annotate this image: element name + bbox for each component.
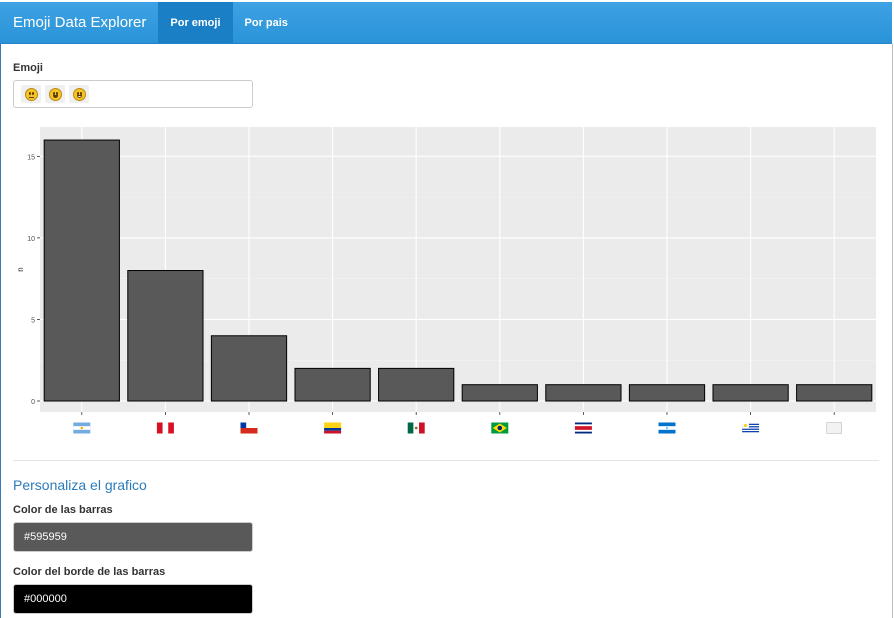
navbar: Emoji Data Explorer Por emoji Por pais [0, 2, 892, 44]
flag-colombia-icon [324, 422, 342, 434]
bar-flag-peru [127, 270, 204, 402]
grinning-squinting-face-icon [72, 87, 86, 101]
tab-por-emoji[interactable]: Por emoji [158, 2, 233, 43]
emoji-item-slightly-smiling[interactable] [21, 85, 41, 103]
page-left-border [0, 44, 1, 618]
flag-mexico-icon [407, 422, 425, 434]
bar-white-flag [796, 384, 873, 402]
flag-argentina-icon [73, 422, 91, 434]
y-tick-label: 5 [31, 317, 35, 324]
bar-flag-chile [210, 335, 288, 402]
bar-flag-uruguay [712, 384, 789, 402]
slightly-smiling-face-icon [24, 87, 38, 101]
tab-por-pais[interactable]: Por pais [233, 2, 300, 43]
border-color-input[interactable]: #000000 [13, 584, 253, 614]
flag-honduras-icon [658, 422, 676, 434]
emoji-item-grinning-squinting[interactable] [69, 85, 89, 103]
bar-color-input[interactable]: #595959 [13, 522, 253, 552]
y-tick-label: 10 [27, 236, 35, 243]
bar-color-label: Color de las barras [13, 504, 113, 516]
emoji-selectize-input[interactable] [13, 80, 253, 108]
y-tick-label: 0 [31, 399, 35, 406]
section-divider [13, 460, 879, 461]
white-flag-icon [826, 422, 843, 434]
bar-flag-argentina [43, 139, 120, 402]
page-right-border [892, 44, 893, 618]
emoji-label: Emoji [13, 62, 43, 74]
flag-uruguay-icon [742, 422, 760, 434]
y-axis-label: n [16, 267, 25, 271]
y-tick-label: 15 [27, 154, 35, 161]
flag-chile-icon [240, 422, 258, 434]
bar-flag-colombia [294, 367, 371, 402]
bar-flag-costa-rica [545, 384, 622, 402]
customize-section-title: Personaliza el grafico [13, 477, 147, 493]
bar-flag-brazil [461, 384, 538, 402]
border-color-label: Color del borde de las barras [13, 566, 166, 578]
emoji-by-country-bar-chart: 0 5 10 15 n [16, 127, 876, 434]
bar-flag-honduras [628, 384, 706, 402]
bar-flag-mexico [378, 367, 455, 402]
grinning-face-icon [48, 87, 62, 101]
app-brand[interactable]: Emoji Data Explorer [0, 2, 158, 43]
flag-peru-icon [156, 422, 174, 434]
flag-brazil-icon [491, 422, 509, 434]
emoji-item-grinning[interactable] [45, 85, 65, 103]
flag-costa-rica-icon [574, 422, 592, 434]
